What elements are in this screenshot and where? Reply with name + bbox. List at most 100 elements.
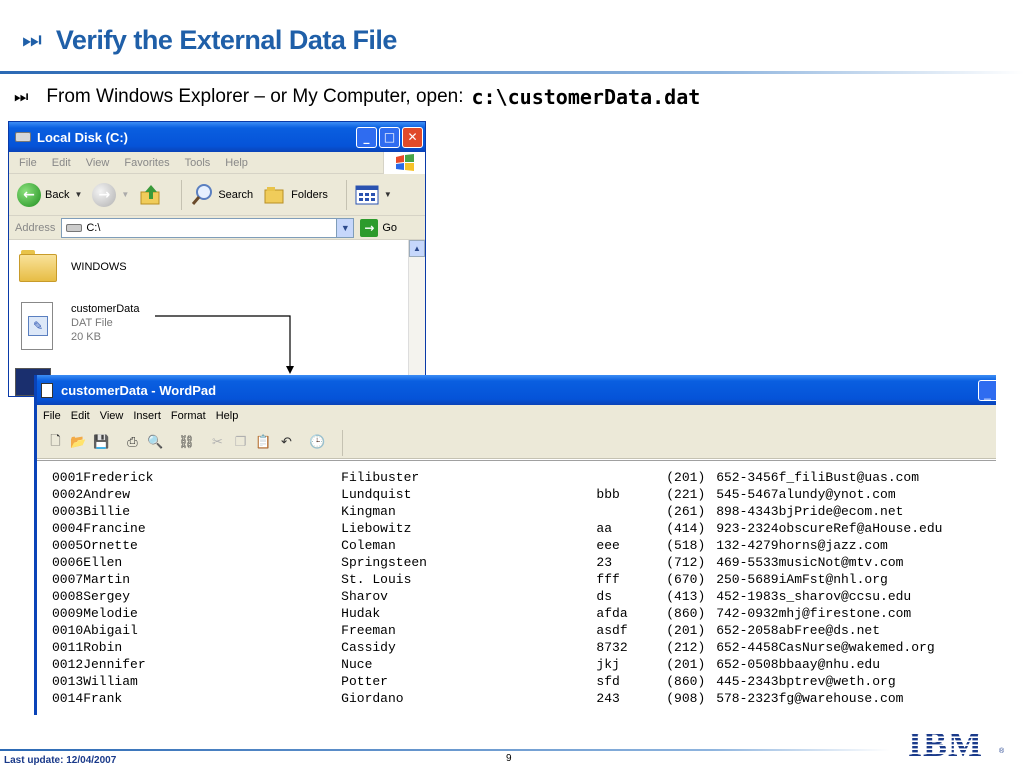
cell-rest: 652-4458CasNurse@wakemed.org — [716, 640, 935, 655]
go-icon: → — [360, 218, 379, 237]
copy-icon[interactable]: ❐ — [230, 435, 251, 450]
explorer-title: Local Disk (C:) — [37, 129, 129, 145]
cell-area: (261) — [666, 504, 706, 519]
cell-area: (212) — [666, 640, 706, 655]
cell-code: bbb — [596, 487, 620, 502]
forward-button[interactable]: → ▼ — [92, 182, 129, 207]
dat-file-icon: ✎ — [19, 302, 57, 352]
cell-last: Kingman — [341, 504, 396, 519]
cell-record: 0010Abigail — [52, 623, 138, 638]
table-row: 0006Ellen Springsteen 23 (712) 469-5533music… — [52, 554, 996, 571]
back-label: Back — [45, 188, 70, 201]
folder-icon — [19, 250, 57, 282]
file-item-windows[interactable]: WINDOWS — [19, 250, 127, 282]
registered-mark: ® — [999, 748, 1005, 755]
up-button[interactable] — [139, 183, 163, 207]
cell-area: (414) — [666, 521, 706, 536]
search-icon — [192, 183, 213, 205]
cell-area: (201) — [666, 470, 706, 485]
menu-help[interactable]: Help — [216, 410, 239, 422]
menu-help[interactable]: Help — [225, 157, 248, 169]
cell-code: aa — [596, 521, 613, 536]
wordpad-toolbar: 🗋 📂 💾 ⎙ 🔍 ⛓ ✂ ❐ 📋 ↶ 🕒 — [37, 427, 996, 459]
back-button[interactable]: ← Back ▼ — [17, 182, 83, 207]
cell-rest: 545-5467alundy@ynot.com — [716, 487, 896, 502]
wordpad-titlebar[interactable]: customerData - WordPad _ — [37, 375, 996, 405]
menu-file[interactable]: File — [19, 157, 37, 169]
menu-file[interactable]: File — [43, 410, 61, 422]
menu-favorites[interactable]: Favorites — [124, 157, 169, 169]
address-input[interactable]: C:\ ▼ — [61, 217, 355, 238]
cut-icon[interactable]: ✂ — [207, 435, 228, 450]
instruction-text: From Windows Explorer – or My Computer, … — [46, 86, 464, 107]
print-icon[interactable]: ⎙ — [122, 435, 143, 450]
cell-code: 8732 — [596, 640, 628, 655]
cell-area: (518) — [666, 538, 706, 553]
cell-code — [596, 469, 666, 486]
document-icon — [41, 382, 53, 398]
find-icon[interactable]: ⛓ — [176, 435, 197, 450]
vertical-scrollbar[interactable]: ▲ — [408, 240, 425, 396]
toolbar-separator — [181, 179, 183, 210]
print-preview-icon[interactable]: 🔍 — [145, 435, 166, 450]
cell-rest: 652-3456f_filiBust@uas.com — [716, 470, 920, 485]
cell-last: Cassidy — [341, 640, 396, 655]
views-button[interactable]: ▼ — [355, 185, 392, 205]
explorer-window: Local Disk (C:) _ □ ✕ File Edit View Fav… — [8, 121, 426, 397]
menu-edit[interactable]: Edit — [52, 157, 71, 169]
cell-rest: 452-1983s_sharov@ccsu.edu — [716, 589, 912, 604]
forward-icon: → — [92, 182, 117, 207]
table-row: 0012Jennifer Nuce jkj (201) 652-0508bbaay@nh… — [52, 656, 996, 673]
close-icon[interactable]: ✕ — [402, 126, 423, 148]
file-item-customerdata[interactable]: ✎ customerData DAT File 20 KB — [19, 302, 139, 352]
new-icon[interactable]: 🗋 — [45, 432, 66, 454]
scroll-up-icon[interactable]: ▲ — [409, 240, 425, 257]
cell-area: (670) — [666, 572, 706, 587]
insert-datetime-icon[interactable]: 🕒 — [307, 435, 328, 450]
wordpad-title: customerData - WordPad — [61, 382, 217, 398]
address-dropdown-icon[interactable]: ▼ — [336, 218, 354, 237]
page-number: 9 — [506, 753, 512, 764]
maximize-icon[interactable]: □ — [379, 126, 400, 148]
cell-rest: 898-4343bjPride@ecom.net — [716, 504, 904, 519]
wordpad-window: customerData - WordPad _ File Edit View … — [34, 375, 996, 715]
explorer-titlebar[interactable]: Local Disk (C:) _ □ ✕ — [9, 122, 425, 152]
cell-code: fff — [596, 572, 620, 587]
cell-rest: 250-5689iAmFst@nhl.org — [716, 572, 888, 587]
cell-record: 0013William — [52, 674, 138, 689]
explorer-toolbar: ← Back ▼ → ▼ Search Folders ▼ — [9, 174, 425, 216]
table-row: 0004Francine Liebowitz aa (414) 923-2324obsc… — [52, 520, 996, 537]
cell-record: 0002Andrew — [52, 487, 131, 502]
go-button[interactable]: → Go — [360, 218, 397, 237]
cell-code — [596, 503, 666, 520]
menu-tools[interactable]: Tools — [185, 157, 211, 169]
cell-last: Giordano — [341, 691, 404, 706]
minimize-icon[interactable]: _ — [356, 126, 377, 148]
last-update-text: Last update: 12/04/2007 — [4, 755, 117, 766]
table-row: 0001Frederick Filibuster (201) 652-3456f_fi… — [52, 469, 996, 486]
cell-record: 0014Frank — [52, 691, 123, 706]
minimize-icon[interactable]: _ — [978, 380, 996, 401]
table-row: 0003Billie Kingman (261) 898-4343bjPride@ec… — [52, 503, 996, 520]
menu-insert[interactable]: Insert — [133, 410, 161, 422]
open-icon[interactable]: 📂 — [68, 435, 89, 450]
ibm-logo-text: IBM — [908, 726, 983, 760]
cell-last: Liebowitz — [341, 521, 412, 536]
menu-edit[interactable]: Edit — [71, 410, 90, 422]
cell-record: 0001Frederick — [52, 470, 154, 485]
menu-format[interactable]: Format — [171, 410, 206, 422]
cell-area: (712) — [666, 555, 706, 570]
table-row: 0010Abigail Freeman asdf (201) 652-2058abFre… — [52, 622, 996, 639]
undo-icon[interactable]: ↶ — [276, 435, 297, 450]
cell-last: Coleman — [341, 538, 396, 553]
search-button[interactable]: Search — [190, 183, 253, 207]
paste-icon[interactable]: 📋 — [253, 435, 274, 450]
chevron-down-icon: ▼ — [74, 190, 83, 199]
cell-last: Freeman — [341, 623, 396, 638]
folders-button[interactable]: Folders — [263, 184, 328, 206]
document-area[interactable]: 0001Frederick Filibuster (201) 652-3456f_fi… — [37, 460, 996, 715]
menu-view[interactable]: View — [100, 410, 124, 422]
cell-area: (908) — [666, 691, 706, 706]
save-icon[interactable]: 💾 — [91, 435, 112, 450]
menu-view[interactable]: View — [86, 157, 110, 169]
